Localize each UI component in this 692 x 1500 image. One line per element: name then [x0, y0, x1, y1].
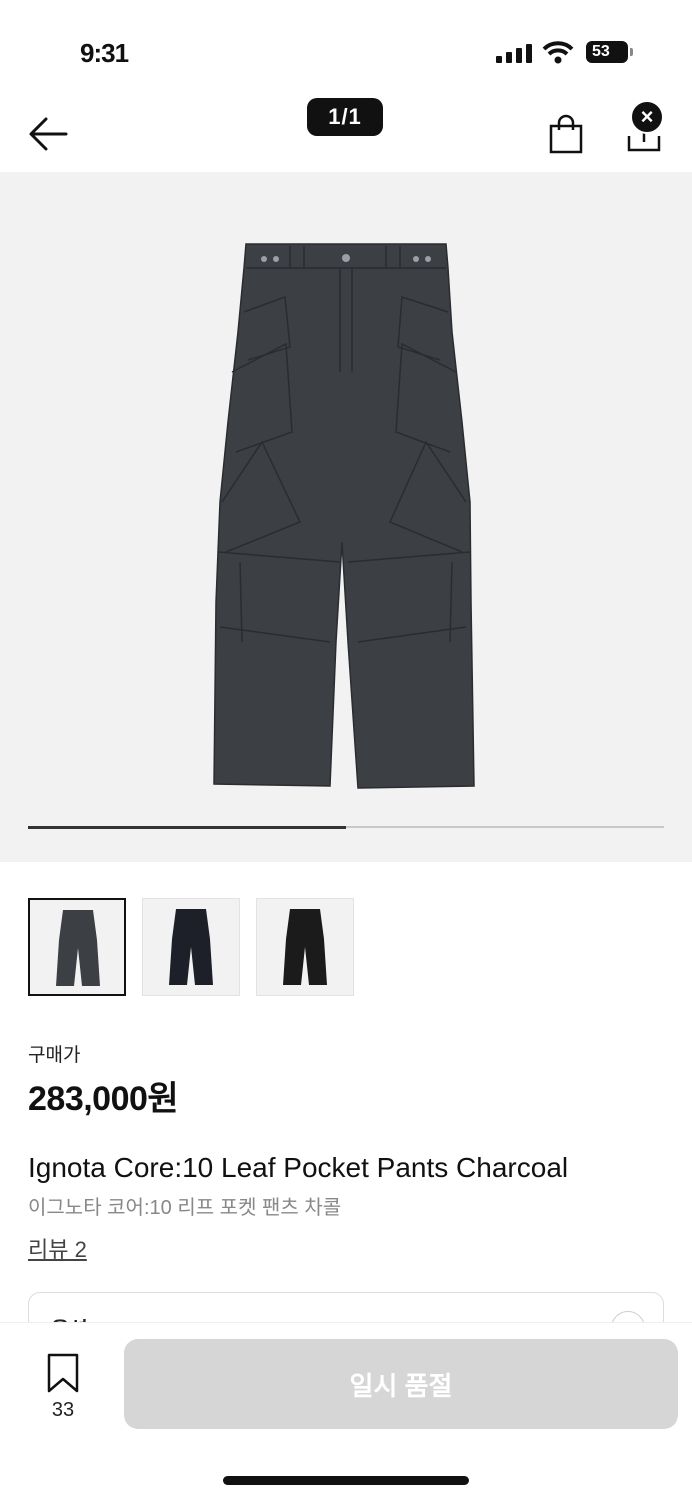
- thumbnail-navy[interactable]: [142, 898, 240, 996]
- thumbnail-black[interactable]: [256, 898, 354, 996]
- price-label: 구매가: [28, 1045, 81, 1066]
- soldout-button[interactable]: 일시 품절: [124, 1339, 678, 1429]
- wifi-icon: [542, 41, 574, 64]
- image-page-indicator: 1/1: [307, 98, 383, 136]
- gallery-progress-bar: [28, 826, 664, 829]
- review-link[interactable]: 리뷰 2: [28, 1232, 87, 1264]
- thumbnail-pants-image: [283, 909, 327, 985]
- bookmark-button[interactable]: 33: [38, 1351, 88, 1421]
- signal-icon: [496, 43, 532, 63]
- battery-icon: 53: [586, 41, 628, 63]
- gallery-progress-fill: [28, 826, 346, 829]
- status-bar: 9:31 53: [0, 0, 692, 90]
- battery-level: 53: [592, 43, 610, 60]
- thumbnail-charcoal[interactable]: [28, 898, 126, 996]
- thumbnail-pants-image: [56, 910, 100, 986]
- home-indicator: [223, 1476, 469, 1485]
- product-title-ko: 이그노타 코어:10 리프 포켓 팬츠 차콜: [28, 1197, 342, 1219]
- shopping-bag-icon[interactable]: [546, 114, 586, 154]
- bookmark-count: 33: [51, 1399, 75, 1421]
- back-arrow-icon[interactable]: [26, 114, 70, 154]
- battery-cap: [630, 48, 633, 56]
- bookmark-icon: [47, 1353, 79, 1393]
- color-thumbnails: [28, 898, 354, 996]
- bottom-action-bar: 33 일시 품절: [0, 1322, 692, 1500]
- close-icon[interactable]: ×: [630, 100, 664, 134]
- product-image-pants: [213, 243, 475, 789]
- thumbnail-pants-image: [169, 909, 213, 985]
- top-nav: 1/1: [0, 90, 692, 172]
- price: 283,000원: [28, 1080, 179, 1118]
- status-time: 9:31: [80, 38, 129, 68]
- product-image-gallery[interactable]: [0, 172, 692, 862]
- product-title-en: Ignota Core:10 Leaf Pocket Pants Charcoa…: [28, 1152, 569, 1183]
